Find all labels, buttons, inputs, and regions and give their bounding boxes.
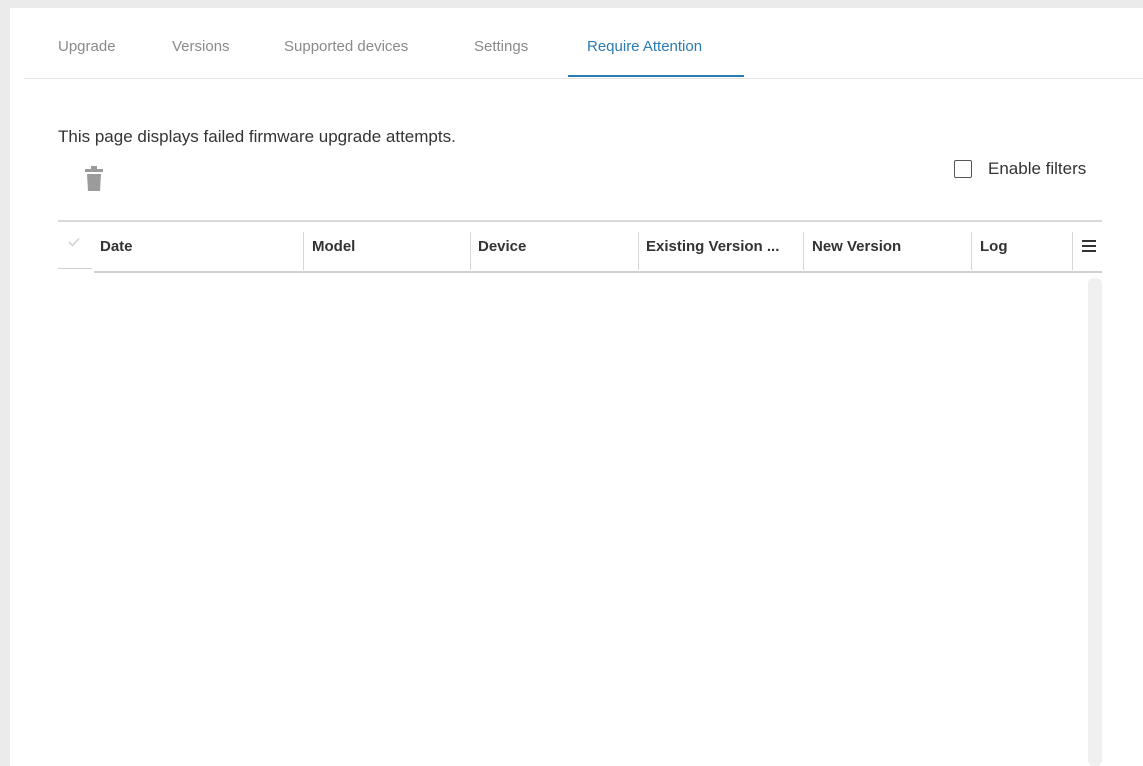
enable-filters-toggle[interactable]: Enable filters: [954, 158, 1086, 180]
tab-bar: Upgrade Versions Supported devices Setti…: [24, 8, 1143, 79]
trash-icon[interactable]: [84, 166, 104, 192]
column-divider: [971, 232, 972, 270]
tab-require-attention[interactable]: Require Attention: [587, 38, 702, 55]
grid-scrollbar[interactable]: [1088, 278, 1102, 766]
column-header-model[interactable]: Model: [312, 222, 468, 270]
column-divider: [470, 232, 471, 270]
firmware-panel: Upgrade Versions Supported devices Setti…: [10, 8, 1143, 766]
enable-filters-label: Enable filters: [988, 159, 1087, 178]
column-divider: [638, 232, 639, 270]
tab-supported-devices[interactable]: Supported devices: [284, 38, 408, 55]
column-header-new-version[interactable]: New Version: [812, 222, 968, 270]
column-header-date[interactable]: Date: [100, 222, 300, 270]
page-description: This page displays failed firmware upgra…: [58, 127, 456, 146]
tab-versions[interactable]: Versions: [172, 38, 230, 55]
column-divider: [803, 232, 804, 270]
column-divider: [1072, 232, 1073, 270]
checkmark-icon[interactable]: [68, 234, 80, 247]
enable-filters-checkbox[interactable]: [954, 160, 972, 178]
column-header-log[interactable]: Log: [980, 222, 1070, 270]
grid-header: Date Model Device Existing Version ... N…: [58, 220, 1102, 273]
column-header-existing-version[interactable]: Existing Version ...: [646, 222, 798, 270]
column-divider: [303, 232, 304, 270]
tab-settings[interactable]: Settings: [474, 38, 528, 55]
header-bottom-border: [94, 271, 1102, 273]
select-column-divider: [58, 268, 92, 269]
tab-upgrade[interactable]: Upgrade: [58, 38, 116, 55]
hamburger-menu-icon[interactable]: [1082, 240, 1096, 252]
attention-grid: Date Model Device Existing Version ... N…: [58, 220, 1102, 766]
column-header-device[interactable]: Device: [478, 222, 636, 270]
active-tab-indicator: [568, 75, 744, 77]
